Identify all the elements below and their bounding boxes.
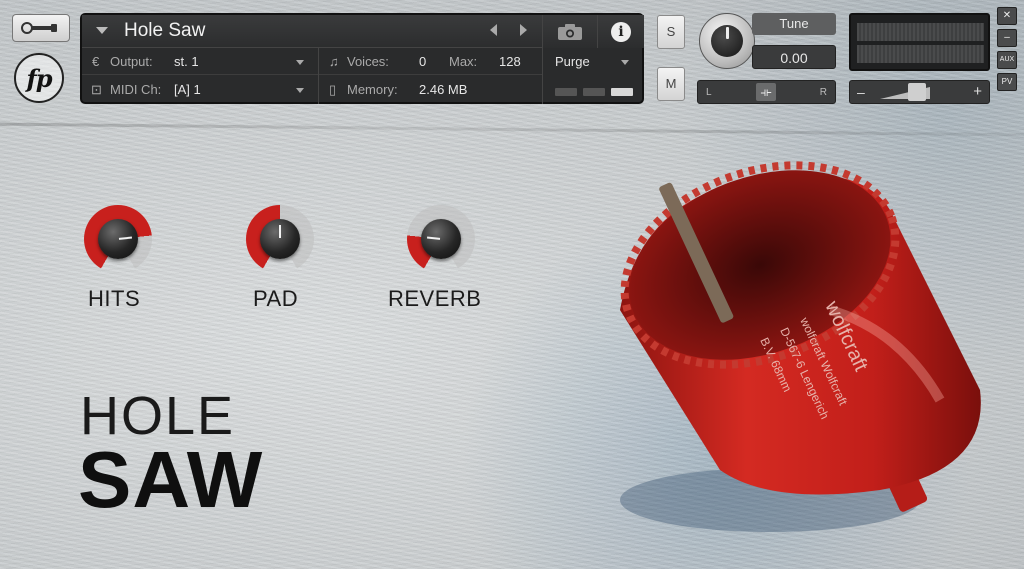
minimize-button[interactable]: –: [997, 29, 1017, 47]
pan-slider[interactable]: L ⟛ R: [697, 80, 836, 104]
hits-label: HITS: [88, 286, 141, 311]
level-meter-left: [857, 23, 984, 41]
reverb-knob[interactable]: [407, 205, 475, 273]
max-label: Max:: [449, 54, 478, 69]
cpu-meter: [555, 88, 577, 96]
voices-value: 0: [419, 54, 427, 69]
midi-row[interactable]: ⊡ MIDI Ch: [A] 1: [82, 76, 318, 103]
prev-instrument-icon[interactable]: [490, 24, 497, 36]
brand-title-line2: SAW: [78, 435, 264, 524]
output-value[interactable]: st. 1: [174, 54, 199, 69]
mute-button[interactable]: M: [657, 67, 685, 101]
pv-button[interactable]: PV: [997, 73, 1017, 91]
aux-button[interactable]: AUX: [997, 51, 1017, 69]
pad-knob-pointer: [279, 225, 281, 238]
title-bar: Hole Saw: [82, 15, 542, 48]
close-button[interactable]: ✕: [997, 7, 1017, 25]
midi-dropdown-icon[interactable]: [296, 88, 304, 93]
disk-meter: [583, 88, 605, 96]
pan-left-label: L: [706, 87, 712, 98]
memory-row: ▯ Memory: 2.46 MB: [319, 76, 542, 103]
reverb-knob-pointer: [426, 236, 441, 240]
voices-icon: ♫: [329, 54, 339, 69]
instrument-header: Hole Saw i € Output: st. 1 ♫ Voices: 0 M…: [80, 13, 644, 104]
purge-button[interactable]: Purge: [555, 54, 590, 69]
tune-label: Tune: [752, 13, 836, 35]
hits-knob[interactable]: [84, 205, 152, 273]
instrument-title[interactable]: Hole Saw: [124, 20, 205, 42]
reverb-knob-cap: [421, 219, 461, 259]
volume-slider[interactable]: – +: [849, 80, 990, 104]
voices-label: Voices:: [347, 54, 389, 69]
background-crack: [0, 122, 1024, 137]
volume-plus-icon[interactable]: +: [973, 83, 982, 100]
wrench-icon: [21, 22, 57, 34]
purge-panel: Purge: [542, 48, 644, 104]
volume-handle[interactable]: [908, 83, 926, 101]
settings-wrench-button[interactable]: [12, 14, 70, 42]
output-row[interactable]: € Output: st. 1: [82, 48, 318, 75]
midi-icon: ⊡: [91, 82, 102, 97]
purge-dropdown-icon[interactable]: [621, 60, 629, 65]
output-dropdown-icon[interactable]: [296, 60, 304, 65]
memory-label: Memory:: [347, 82, 398, 97]
snapshot-button[interactable]: [542, 15, 597, 48]
memory-icon: ▯: [329, 82, 337, 97]
tune-knob-indicator: [726, 27, 729, 39]
output-icon: €: [92, 54, 100, 69]
midi-value[interactable]: [A] 1: [174, 82, 201, 97]
pan-handle-icon[interactable]: ⟛: [756, 83, 776, 101]
pad-label: PAD: [253, 286, 299, 311]
max-voices-value[interactable]: 128: [499, 54, 521, 69]
tune-value[interactable]: 0.00: [752, 45, 836, 69]
instrument-window: fp Hole Saw i € Output: st. 1 ♫ Voices: …: [0, 0, 1024, 569]
hole-saw-image: wolfcraft wolfcraft Wolfcraft D-567-6 Le…: [620, 161, 981, 532]
pad-knob-cap: [260, 219, 300, 259]
output-label: Output:: [110, 54, 153, 69]
camera-icon: [558, 24, 582, 40]
hits-knob-pointer: [118, 236, 133, 240]
level-meter: [849, 13, 990, 71]
voices-row: ♫ Voices: 0 Max: 128: [319, 48, 542, 75]
pan-right-label: R: [819, 87, 827, 98]
volume-minus-icon[interactable]: –: [857, 84, 865, 100]
next-instrument-icon[interactable]: [520, 24, 527, 36]
load-meter: [611, 88, 633, 96]
info-button[interactable]: i: [597, 15, 644, 48]
collapse-icon[interactable]: [96, 27, 108, 34]
solo-button[interactable]: S: [657, 15, 685, 49]
memory-value: 2.46 MB: [419, 82, 468, 97]
fp-logo: fp: [14, 53, 64, 103]
tune-knob[interactable]: [699, 13, 755, 69]
hits-knob-cap: [98, 219, 138, 259]
midi-label: MIDI Ch:: [110, 82, 162, 97]
info-icon: i: [611, 22, 631, 42]
pad-knob[interactable]: [246, 205, 314, 273]
level-meter-right: [857, 45, 984, 63]
reverb-label: REVERB: [388, 286, 482, 311]
